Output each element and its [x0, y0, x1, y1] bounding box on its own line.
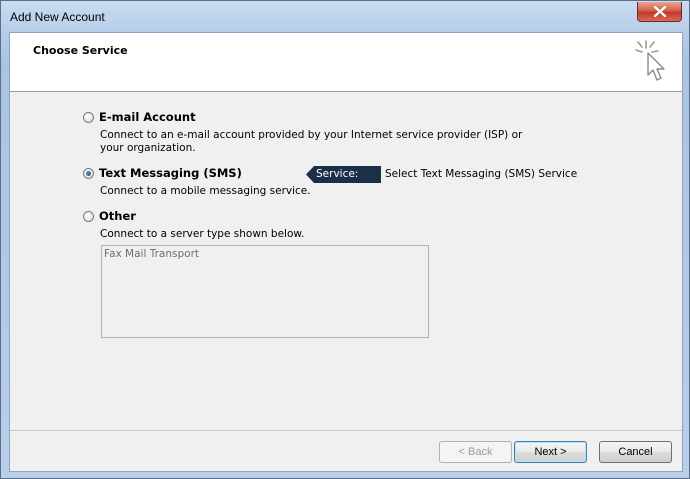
window-title: Add New Account [10, 10, 105, 24]
email-account-radio[interactable] [83, 112, 94, 123]
other-radio[interactable] [83, 211, 94, 222]
footer-divider [10, 430, 682, 431]
next-button[interactable]: Next > [514, 441, 587, 463]
service-tag: Service: [306, 166, 381, 183]
cancel-button[interactable]: Cancel [599, 441, 672, 463]
close-button[interactable] [637, 2, 682, 22]
dialog-client-area: Choose Service E-mail Account Connect to… [9, 32, 683, 472]
list-item[interactable]: Fax Mail Transport [104, 248, 199, 260]
title-bar[interactable]: Add New Account [1, 1, 689, 32]
server-type-listbox[interactable]: Fax Mail Transport [101, 245, 429, 338]
close-icon [653, 6, 667, 17]
service-tag-label: Service: [316, 168, 359, 180]
header-panel: Choose Service [10, 33, 682, 92]
email-account-label[interactable]: E-mail Account [99, 110, 196, 124]
wizard-cursor-icon [635, 40, 665, 81]
text-messaging-label[interactable]: Text Messaging (SMS) [99, 166, 242, 180]
other-description: Connect to a server type shown below. [100, 228, 305, 240]
email-account-description-line1: Connect to an e-mail account provided by… [100, 129, 523, 141]
text-messaging-description: Connect to a mobile messaging service. [100, 185, 311, 197]
service-value: Select Text Messaging (SMS) Service [385, 168, 578, 180]
page-title: Choose Service [33, 44, 128, 57]
email-account-description-line2: your organization. [100, 142, 196, 154]
other-label[interactable]: Other [99, 209, 136, 223]
back-button[interactable]: < Back [439, 441, 512, 463]
text-messaging-radio[interactable] [83, 168, 94, 179]
add-new-account-window: Add New Account Choose Service E-mail Ac… [0, 0, 690, 479]
